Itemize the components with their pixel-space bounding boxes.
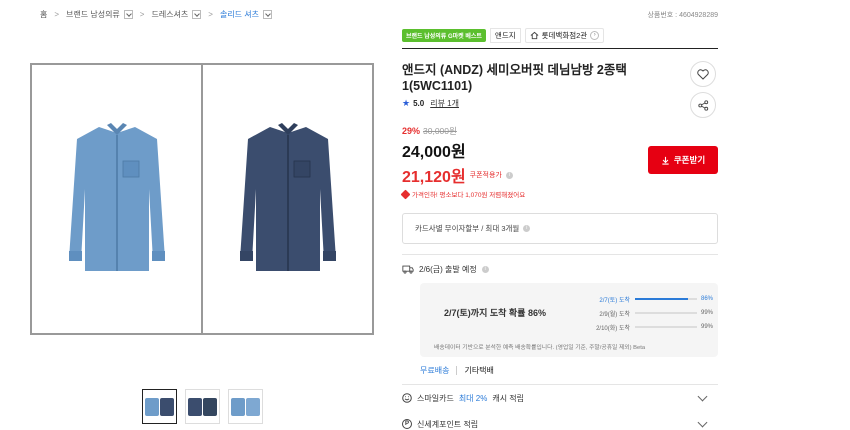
chevron-down-icon[interactable]: [697, 417, 708, 428]
delivery-row: 2/7(토) 도착 86%: [594, 292, 714, 306]
probability-bar: [635, 298, 697, 300]
thumbnail-1[interactable]: [142, 389, 177, 424]
thumbnail-list: [142, 389, 263, 424]
star-icon: ★: [402, 98, 411, 108]
delivery-date: 2/9(월) 도착: [599, 311, 630, 318]
chevron-down-icon[interactable]: [123, 10, 133, 19]
store-link[interactable]: 롯데백화점2관 ›: [524, 27, 605, 43]
share-button[interactable]: [690, 92, 716, 118]
delivery-probability-box: 2/7(토)까지 도착 확률 86% 2/7(토) 도착 86% 2/9(월) 도착…: [420, 283, 718, 357]
discount-rate: 29%: [402, 126, 421, 136]
breadcrumb-separator: >: [139, 10, 145, 19]
chevron-down-icon[interactable]: [192, 10, 202, 19]
info-icon[interactable]: i: [523, 225, 531, 232]
product-image-light-shirt: [32, 65, 201, 333]
price-drop-text: 가격인하! 평소보다 1,070원 저렴해졌어요: [412, 192, 526, 199]
price-drop-note: 가격인하! 평소보다 1,070원 저렴해졌어요: [400, 189, 718, 199]
delivery-pct: 86%: [701, 296, 714, 302]
breadcrumb: 홈 > 브랜드 남성의류 > 드레스셔츠 > 솔리드 셔츠: [40, 9, 272, 20]
free-shipping: 무료배송: [420, 366, 450, 375]
dark-denim-shirt-image: [239, 123, 336, 271]
wishlist-button[interactable]: [690, 61, 716, 87]
smilecard-label: 스마일카드: [417, 393, 454, 403]
product-image-main[interactable]: [30, 63, 374, 335]
delivery-pct: 99%: [701, 324, 714, 330]
info-icon[interactable]: i: [481, 266, 489, 273]
rating-score: 5.0: [413, 99, 425, 108]
breadcrumb-category-3[interactable]: 솔리드 셔츠: [220, 9, 272, 20]
delivery-pct: 99%: [701, 310, 714, 316]
store-name: 롯데백화점2관: [541, 30, 588, 40]
probability-bar: [635, 312, 697, 314]
card-installment-box[interactable]: 카드사별 무이자할부 / 최대 3개월 i: [402, 213, 718, 244]
coupon-price: 21,120원: [402, 169, 466, 186]
chevron-right-icon: ›: [590, 30, 600, 40]
breadcrumb-home[interactable]: 홈: [40, 9, 47, 20]
divider: [456, 366, 458, 375]
card-installment-text: 카드사별 무이자할부 / 최대 3개월: [415, 224, 520, 233]
coupon-button-label: 쿠폰받기: [673, 155, 706, 165]
info-icon[interactable]: i: [505, 171, 513, 179]
best-badge[interactable]: 브랜드 남성의류 G마켓 베스트: [402, 28, 486, 42]
breadcrumb-category-2[interactable]: 드레스셔츠: [151, 9, 202, 20]
share-icon: [697, 99, 708, 111]
carrier: 기타택배: [464, 366, 494, 375]
delivery-note: 배송데이터 기반으로 분석한 예측 배송확률입니다. (영업일 기준, 주말/공…: [434, 345, 646, 351]
shinsegae-point-accordion[interactable]: P 신세계포인트 적립: [402, 411, 718, 430]
product-image-dark-shirt: [201, 65, 372, 333]
divider: [402, 48, 718, 49]
home-store-icon: [530, 31, 539, 39]
delivery-row: 2/10(화) 도착 99%: [594, 320, 714, 334]
smilecard-accordion[interactable]: 스마일카드 최대 2% 캐시 적립: [402, 385, 718, 411]
download-icon: [662, 156, 669, 165]
delivery-probability: 2/7(토)까지 도착 확률 86%: [444, 308, 546, 318]
chevron-down-icon[interactable]: [697, 391, 708, 402]
product-info: 브랜드 남성의류 G마켓 베스트 앤드지 롯데백화점2관 › 앤드지 (ANDZ…: [400, 27, 718, 430]
product-number: 상품번호 : 4604928289: [647, 12, 718, 19]
probability-bar: [635, 326, 697, 328]
original-price: 30,000원: [423, 126, 457, 136]
rating-row: ★ 5.0 리뷰 1개: [402, 98, 718, 109]
delivery-date: 2/7(토) 도착: [599, 297, 630, 304]
discount-row: 29% 30,000원: [402, 125, 718, 137]
chevron-down-icon[interactable]: [262, 10, 272, 19]
coupon-download-button[interactable]: 쿠폰받기: [648, 146, 718, 174]
shipping-eta: 2/6(금) 출발 예정: [419, 265, 477, 274]
delivery-row: 2/9(월) 도착 99%: [594, 306, 714, 320]
thumbnail-3[interactable]: [228, 389, 263, 424]
shipping-eta-row: 2/6(금) 출발 예정 i: [402, 264, 718, 275]
divider: [402, 254, 718, 255]
smilecard-suffix: 캐시 적립: [492, 393, 524, 403]
tag-icon: [400, 189, 411, 199]
delivery-date: 2/10(화) 도착: [596, 325, 630, 332]
breadcrumb-category-1[interactable]: 브랜드 남성의류: [66, 9, 133, 20]
breadcrumb-separator: >: [54, 10, 60, 19]
review-link[interactable]: 리뷰 1개: [430, 98, 459, 109]
coupon-label: 쿠폰적용가: [469, 172, 502, 179]
thumbnail-2[interactable]: [185, 389, 220, 424]
shinsegae-point-label: 신세계포인트 적립: [417, 419, 479, 429]
delivery-probability-rows: 2/7(토) 도착 86% 2/9(월) 도착 99% 2/10(화) 도착 99%: [594, 292, 714, 334]
brand-link[interactable]: 앤드지: [489, 27, 521, 43]
truck-icon: [402, 265, 414, 274]
badge-row: 브랜드 남성의류 G마켓 베스트 앤드지 롯데백화점2관 ›: [402, 27, 718, 43]
probability-fill: [635, 298, 689, 300]
smile-icon: [402, 393, 412, 403]
breadcrumb-separator: >: [208, 10, 213, 19]
smilecard-rate: 최대 2%: [458, 393, 488, 403]
heart-icon: [697, 68, 709, 80]
point-icon: P: [402, 419, 412, 429]
light-denim-shirt-image: [68, 123, 165, 271]
product-title: 앤드지 (ANDZ) 세미오버핏 데님남방 2종택1(5WC1101): [402, 63, 627, 93]
shipping-options: 무료배송 기타택배: [420, 365, 718, 376]
